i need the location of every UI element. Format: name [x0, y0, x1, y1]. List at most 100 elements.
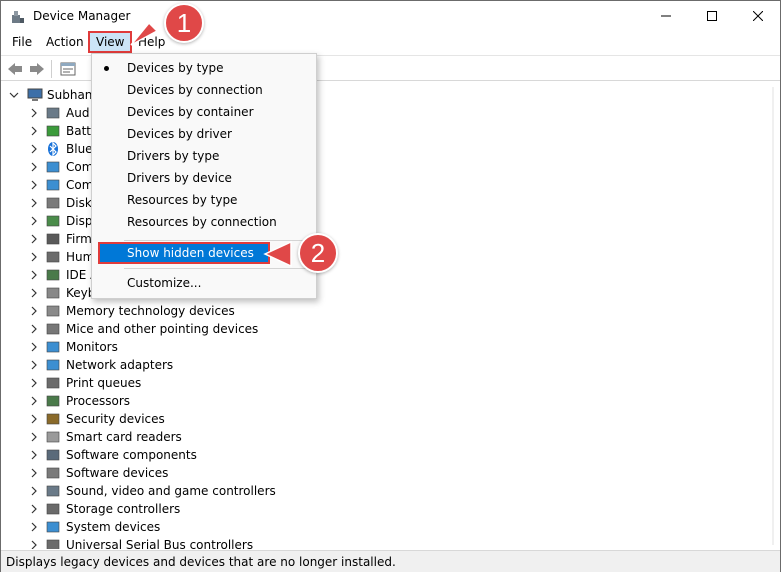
view-menu-item[interactable]: Devices by connection: [92, 79, 316, 101]
tree-category[interactable]: Software components: [1, 446, 401, 464]
callout-badge-2: 2: [298, 233, 338, 273]
tree-category[interactable]: System devices: [1, 518, 401, 536]
computer-icon: [27, 88, 43, 101]
view-menu-item[interactable]: Devices by type: [92, 57, 316, 79]
chevron-right-icon[interactable]: [29, 161, 39, 173]
bluetooth-icon: [48, 141, 58, 157]
chevron-right-icon[interactable]: [29, 251, 39, 263]
bullet-icon: [104, 66, 109, 71]
tree-category[interactable]: Print queues: [1, 374, 401, 392]
tree-category[interactable]: Monitors: [1, 338, 401, 356]
tree-category-label: Print queues: [66, 376, 142, 390]
computer-icon: [46, 161, 60, 173]
chevron-right-icon[interactable]: [29, 467, 39, 479]
tree-category[interactable]: Software devices: [1, 464, 401, 482]
monitor-icon: [46, 179, 60, 191]
system-icon: [46, 521, 60, 533]
tree-category-label: Processors: [66, 394, 131, 408]
close-button[interactable]: [735, 1, 781, 31]
chevron-right-icon[interactable]: [29, 197, 39, 209]
chevron-right-icon[interactable]: [29, 269, 39, 281]
tree-category[interactable]: Universal Serial Bus controllers: [1, 536, 401, 549]
device-manager-window: Device Manager File Action View Help Sub…: [0, 0, 781, 572]
tree-category-label: Memory technology devices: [66, 304, 235, 318]
chevron-right-icon[interactable]: [29, 287, 39, 299]
maximize-icon: [707, 11, 717, 21]
chevron-right-icon[interactable]: [29, 125, 39, 137]
software-device-icon: [46, 467, 60, 479]
vertical-scrollbar[interactable]: [767, 83, 779, 549]
minimize-button[interactable]: [643, 1, 689, 31]
properties-icon[interactable]: [59, 60, 77, 78]
tree-category-label: Com: [66, 160, 94, 174]
memory-icon: [46, 305, 60, 317]
tree-category-label: Disk: [66, 196, 92, 210]
tree-category-label: Software components: [66, 448, 197, 462]
chevron-right-icon[interactable]: [29, 107, 39, 119]
maximize-button[interactable]: [689, 1, 735, 31]
tree-category[interactable]: Sound, video and game controllers: [1, 482, 401, 500]
back-arrow-icon[interactable]: [6, 60, 24, 78]
show-hidden-devices-item[interactable]: Show hidden devices: [98, 242, 270, 264]
chevron-right-icon[interactable]: [29, 431, 39, 443]
tree-category-label: Firm: [66, 232, 92, 246]
chevron-right-icon[interactable]: [29, 179, 39, 191]
view-menu-item[interactable]: Drivers by device: [92, 167, 316, 189]
network-icon: [46, 359, 60, 371]
tree-category-label: Sound, video and game controllers: [66, 484, 276, 498]
chevron-right-icon[interactable]: [29, 449, 39, 461]
chevron-right-icon[interactable]: [29, 503, 39, 515]
view-menu-item[interactable]: Drivers by type: [92, 145, 316, 167]
usb-icon: [46, 539, 60, 549]
tree-category-label: Smart card readers: [66, 430, 182, 444]
chevron-right-icon[interactable]: [29, 521, 39, 533]
view-menu-item-label: Devices by type: [127, 61, 224, 75]
hid-icon: [46, 251, 60, 263]
chevron-right-icon[interactable]: [29, 215, 39, 227]
tree-category-label: System devices: [66, 520, 161, 534]
tree-category-label: Storage controllers: [66, 502, 181, 516]
view-menu-item-label: Devices by driver: [127, 127, 232, 141]
show-hidden-devices-label: Show hidden devices: [127, 246, 254, 260]
minimize-icon: [661, 15, 671, 17]
menu-view[interactable]: View: [88, 31, 133, 53]
status-text: Displays legacy devices and devices that…: [6, 555, 396, 569]
chevron-down-icon[interactable]: [9, 89, 19, 101]
speaker-icon: [46, 107, 60, 119]
chevron-right-icon[interactable]: [29, 143, 39, 155]
tree-category[interactable]: Storage controllers: [1, 500, 401, 518]
chevron-right-icon[interactable]: [29, 395, 39, 407]
tree-category-label: Security devices: [66, 412, 165, 426]
chevron-right-icon[interactable]: [29, 305, 39, 317]
tree-category[interactable]: Mice and other pointing devices: [1, 320, 401, 338]
menu-action[interactable]: Action: [40, 33, 90, 52]
customize-item[interactable]: Customize...: [92, 272, 316, 294]
processor-icon: [46, 395, 60, 407]
menu-file[interactable]: File: [6, 33, 38, 52]
view-menu-item[interactable]: Resources by connection: [92, 211, 316, 233]
tree-category-label: Monitors: [66, 340, 118, 354]
view-menu-item[interactable]: Resources by type: [92, 189, 316, 211]
security-icon: [46, 413, 60, 425]
chevron-right-icon[interactable]: [29, 377, 39, 389]
view-menu-item[interactable]: Devices by driver: [92, 123, 316, 145]
tree-category[interactable]: Processors: [1, 392, 401, 410]
battery-icon: [46, 125, 60, 137]
tree-category[interactable]: Memory technology devices: [1, 302, 401, 320]
view-menu-item[interactable]: Devices by container: [92, 101, 316, 123]
forward-arrow-icon[interactable]: [28, 60, 46, 78]
storage-icon: [46, 503, 60, 515]
tree-category[interactable]: Security devices: [1, 410, 401, 428]
chevron-right-icon[interactable]: [29, 485, 39, 497]
chevron-right-icon[interactable]: [29, 359, 39, 371]
monitor-icon: [46, 341, 60, 353]
chevron-right-icon[interactable]: [29, 341, 39, 353]
chevron-right-icon[interactable]: [29, 323, 39, 335]
chevron-right-icon[interactable]: [29, 413, 39, 425]
chevron-right-icon[interactable]: [29, 233, 39, 245]
view-menu-item-label: Drivers by device: [127, 171, 232, 185]
chevron-right-icon[interactable]: [29, 539, 39, 549]
tree-category[interactable]: Network adapters: [1, 356, 401, 374]
tree-category-label: Software devices: [66, 466, 169, 480]
tree-category[interactable]: Smart card readers: [1, 428, 401, 446]
